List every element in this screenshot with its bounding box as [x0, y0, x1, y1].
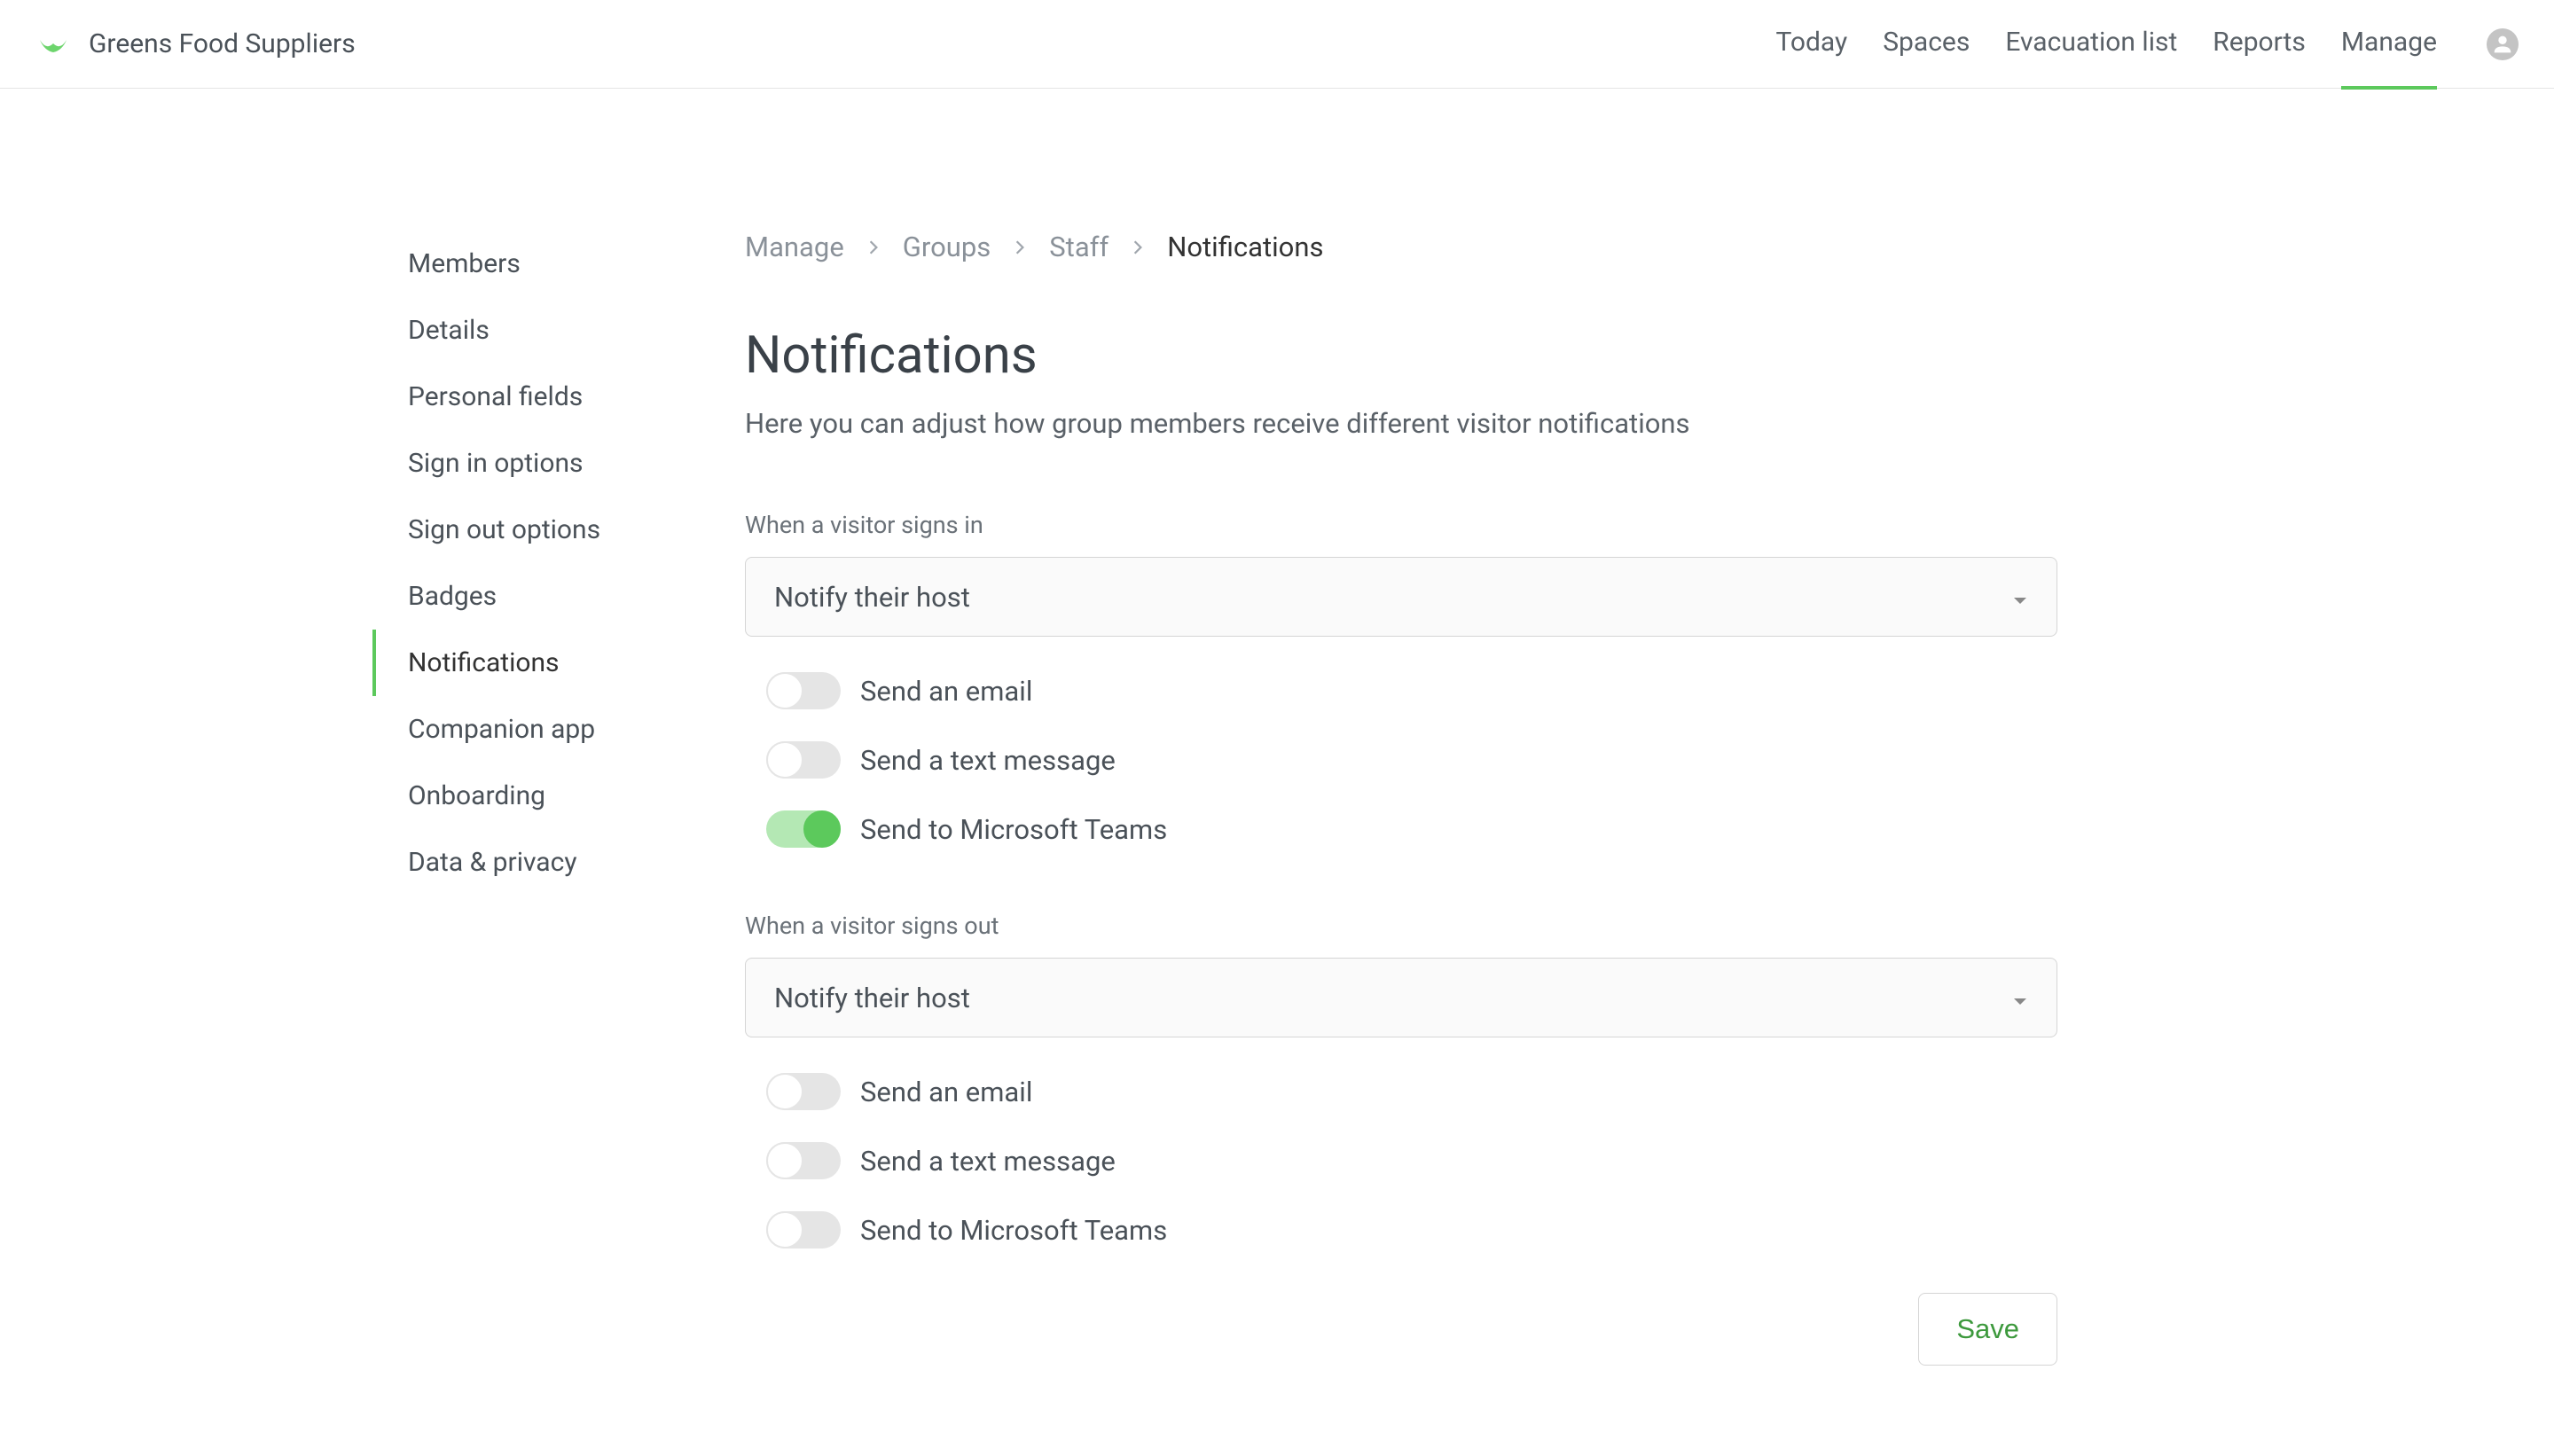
nav-evacuation[interactable]: Evacuation list: [2005, 0, 2177, 90]
toggle-sign-in-teams[interactable]: [766, 810, 841, 848]
toggle-label: Send an email: [860, 1076, 1032, 1108]
sidebar-item-details[interactable]: Details: [372, 297, 692, 364]
company-name: Greens Food Suppliers: [89, 28, 356, 59]
toggle-row-sign-out-text: Send a text message: [745, 1142, 2057, 1179]
header: Greens Food Suppliers Today Spaces Evacu…: [0, 0, 2554, 89]
toggle-row-sign-out-email: Send an email: [745, 1073, 2057, 1110]
crumb-staff[interactable]: Staff: [1049, 231, 1109, 263]
sidebar-item-sign-out-options[interactable]: Sign out options: [372, 497, 692, 563]
nav-today[interactable]: Today: [1775, 0, 1847, 90]
sidebar-item-members[interactable]: Members: [372, 231, 692, 297]
toggle-row-sign-out-teams: Send to Microsoft Teams: [745, 1211, 2057, 1249]
section-label-sign-out: When a visitor signs out: [745, 912, 2057, 940]
crumb-manage[interactable]: Manage: [745, 231, 844, 263]
toggle-sign-in-email[interactable]: [766, 672, 841, 709]
nav-manage[interactable]: Manage: [2341, 0, 2437, 90]
select-value: Notify their host: [774, 581, 970, 614]
sidebar-item-data-privacy[interactable]: Data & privacy: [372, 829, 692, 896]
avatar[interactable]: [2487, 28, 2519, 60]
toggle-row-sign-in-email: Send an email: [745, 672, 2057, 709]
main: Members Details Personal fields Sign in …: [0, 89, 2554, 1366]
toggle-label: Send an email: [860, 675, 1032, 708]
toggle-sign-in-text[interactable]: [766, 741, 841, 779]
toggle-label: Send a text message: [860, 744, 1116, 777]
crumb-groups[interactable]: Groups: [903, 231, 991, 263]
chevron-right-icon: [866, 239, 881, 255]
toggle-sign-out-teams[interactable]: [766, 1211, 841, 1249]
caret-down-icon: [2012, 583, 2028, 612]
select-value: Notify their host: [774, 982, 970, 1014]
logo-icon: [35, 31, 71, 58]
sidebar-item-sign-in-options[interactable]: Sign in options: [372, 430, 692, 497]
toggle-label: Send to Microsoft Teams: [860, 813, 1167, 846]
sidebar-item-badges[interactable]: Badges: [372, 563, 692, 630]
nav: Today Spaces Evacuation list Reports Man…: [1775, 0, 2519, 90]
save-row: Save: [745, 1293, 2057, 1366]
chevron-right-icon: [1130, 239, 1146, 255]
page-subtitle: Here you can adjust how group members re…: [745, 407, 2057, 440]
sidebar-item-companion-app[interactable]: Companion app: [372, 696, 692, 763]
sidebar-item-notifications[interactable]: Notifications: [372, 630, 692, 696]
page-title: Notifications: [745, 325, 2057, 386]
nav-reports[interactable]: Reports: [2213, 0, 2306, 90]
sidebar-item-onboarding[interactable]: Onboarding: [372, 763, 692, 829]
toggle-label: Send to Microsoft Teams: [860, 1214, 1167, 1247]
select-sign-in-notify[interactable]: Notify their host: [745, 557, 2057, 637]
select-sign-out-notify[interactable]: Notify their host: [745, 958, 2057, 1037]
toggle-label: Send a text message: [860, 1145, 1116, 1178]
crumb-notifications: Notifications: [1167, 231, 1323, 263]
toggle-sign-out-text[interactable]: [766, 1142, 841, 1179]
sidebar: Members Details Personal fields Sign in …: [372, 231, 745, 1366]
caret-down-icon: [2012, 983, 2028, 1013]
section-label-sign-in: When a visitor signs in: [745, 511, 2057, 539]
content: Manage Groups Staff Notifications Notifi…: [745, 231, 2128, 1366]
logo-wrap: Greens Food Suppliers: [35, 28, 356, 59]
save-button[interactable]: Save: [1918, 1293, 2057, 1366]
toggle-row-sign-in-teams: Send to Microsoft Teams: [745, 810, 2057, 848]
sidebar-item-personal-fields[interactable]: Personal fields: [372, 364, 692, 430]
breadcrumb: Manage Groups Staff Notifications: [745, 231, 2057, 263]
toggle-row-sign-in-text: Send a text message: [745, 741, 2057, 779]
toggle-sign-out-email[interactable]: [766, 1073, 841, 1110]
nav-spaces[interactable]: Spaces: [1883, 0, 1970, 90]
chevron-right-icon: [1012, 239, 1028, 255]
